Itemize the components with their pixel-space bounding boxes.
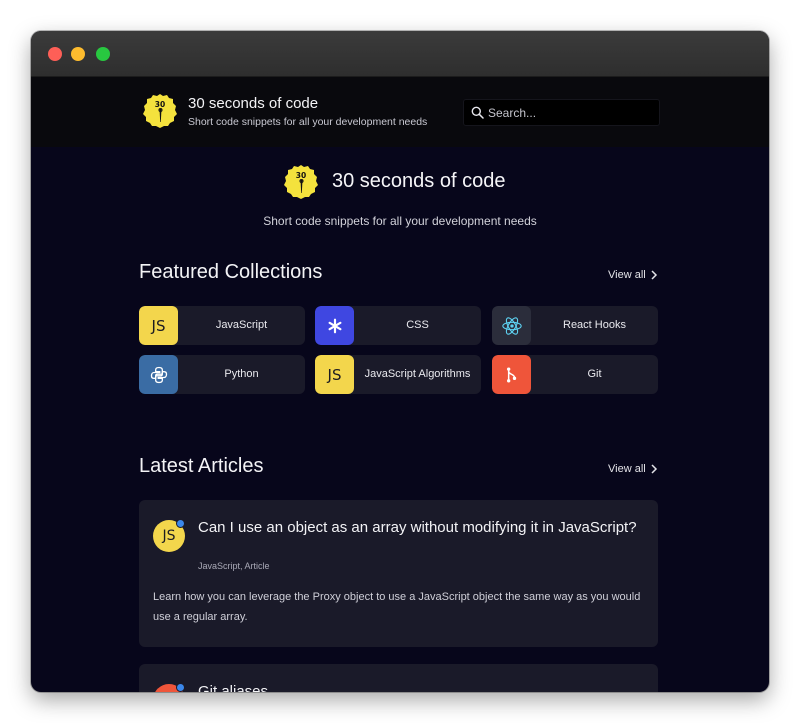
latest-articles-heading: Latest Articles xyxy=(139,455,264,477)
collection-label: Python xyxy=(224,368,259,380)
article-card[interactable]: Git aliases xyxy=(139,664,658,692)
search-icon xyxy=(471,106,484,119)
chevron-right-icon xyxy=(651,270,657,280)
git-icon xyxy=(492,355,531,394)
article-description: Learn how you can leverage the Proxy obj… xyxy=(153,591,641,623)
python-icon xyxy=(139,355,178,394)
collection-label: JavaScript Algorithms xyxy=(364,368,471,380)
search-box[interactable] xyxy=(463,99,660,126)
view-all-label: View all xyxy=(608,463,646,475)
articles-view-all-link[interactable]: View all xyxy=(608,463,658,475)
logo-text: 30 xyxy=(155,100,165,109)
hero-logo-text: 30 xyxy=(296,171,306,180)
collection-label: Git xyxy=(587,368,602,380)
react-atom-icon xyxy=(492,306,531,345)
collection-git[interactable]: Git xyxy=(492,355,658,394)
collection-javascript[interactable]: JS JavaScript xyxy=(139,306,305,345)
featured-collections-heading: Featured Collections xyxy=(139,261,323,283)
collection-label: React Hooks xyxy=(563,319,626,331)
collection-react-hooks[interactable]: React Hooks xyxy=(492,306,658,345)
brand-tagline: Short code snippets for all your develop… xyxy=(188,116,428,128)
close-window-button[interactable] xyxy=(48,47,62,61)
css-asterisk-icon xyxy=(315,306,354,345)
javascript-icon: JS xyxy=(139,306,178,345)
collection-python[interactable]: Python xyxy=(139,355,305,394)
avatar-text: JS xyxy=(162,528,176,544)
hero-logo-icon: 30 xyxy=(284,165,318,199)
new-badge xyxy=(176,683,185,692)
maximize-window-button[interactable] xyxy=(96,47,110,61)
browser-window: 30 30 seconds of code Short code snippet… xyxy=(31,31,769,692)
site-logo-icon[interactable]: 30 xyxy=(142,93,178,129)
new-badge xyxy=(176,519,185,528)
collection-label: JavaScript xyxy=(215,319,268,331)
hero-tagline: Short code snippets for all your develop… xyxy=(263,214,537,228)
hero-title: 30 seconds of code xyxy=(332,170,506,192)
collection-javascript-algorithms[interactable]: JS JavaScript Algorithms xyxy=(315,355,481,394)
featured-view-all-link[interactable]: View all xyxy=(608,269,658,281)
window-titlebar xyxy=(31,31,769,77)
collection-css[interactable]: CSS xyxy=(315,306,481,345)
javascript-icon: JS xyxy=(315,355,354,394)
search-input[interactable] xyxy=(488,102,653,123)
site-header: 30 30 seconds of code Short code snippet… xyxy=(31,77,769,147)
collection-label: CSS xyxy=(406,319,429,331)
minimize-window-button[interactable] xyxy=(71,47,85,61)
article-card[interactable]: JS Can I use an object as an array witho… xyxy=(139,500,658,647)
article-title[interactable]: Can I use an object as an array without … xyxy=(198,518,638,538)
view-all-label: View all xyxy=(608,269,646,281)
article-title[interactable]: Git aliases xyxy=(198,682,638,692)
brand-title[interactable]: 30 seconds of code xyxy=(188,95,318,112)
main-content: 30 30 seconds of code Short code snippet… xyxy=(31,147,769,692)
chevron-right-icon xyxy=(651,464,657,474)
article-tags: JavaScript, Article xyxy=(198,561,270,571)
